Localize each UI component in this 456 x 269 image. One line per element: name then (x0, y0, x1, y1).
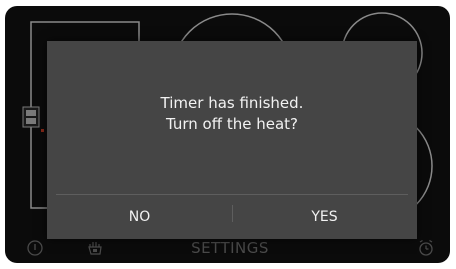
dialog-message-line-1: Timer has finished. (160, 94, 304, 112)
timer-finished-dialog: Timer has finished. Turn off the heat? N… (47, 41, 417, 239)
dialog-message: Timer has finished. Turn off the heat? (47, 93, 417, 135)
power-button[interactable] (23, 233, 47, 263)
alarm-clock-icon (419, 239, 433, 256)
child-lock-icon (88, 242, 102, 255)
power-icon (27, 240, 43, 256)
timer-button[interactable] (414, 233, 438, 263)
dialog-message-line-2: Turn off the heat? (165, 115, 298, 133)
cooktop-screen: SETTINGS Timer has finished. Turn off th… (5, 6, 450, 263)
no-button[interactable]: NO (47, 195, 232, 239)
zone-indicator-icon (22, 106, 44, 132)
yes-button[interactable]: YES (232, 195, 417, 239)
